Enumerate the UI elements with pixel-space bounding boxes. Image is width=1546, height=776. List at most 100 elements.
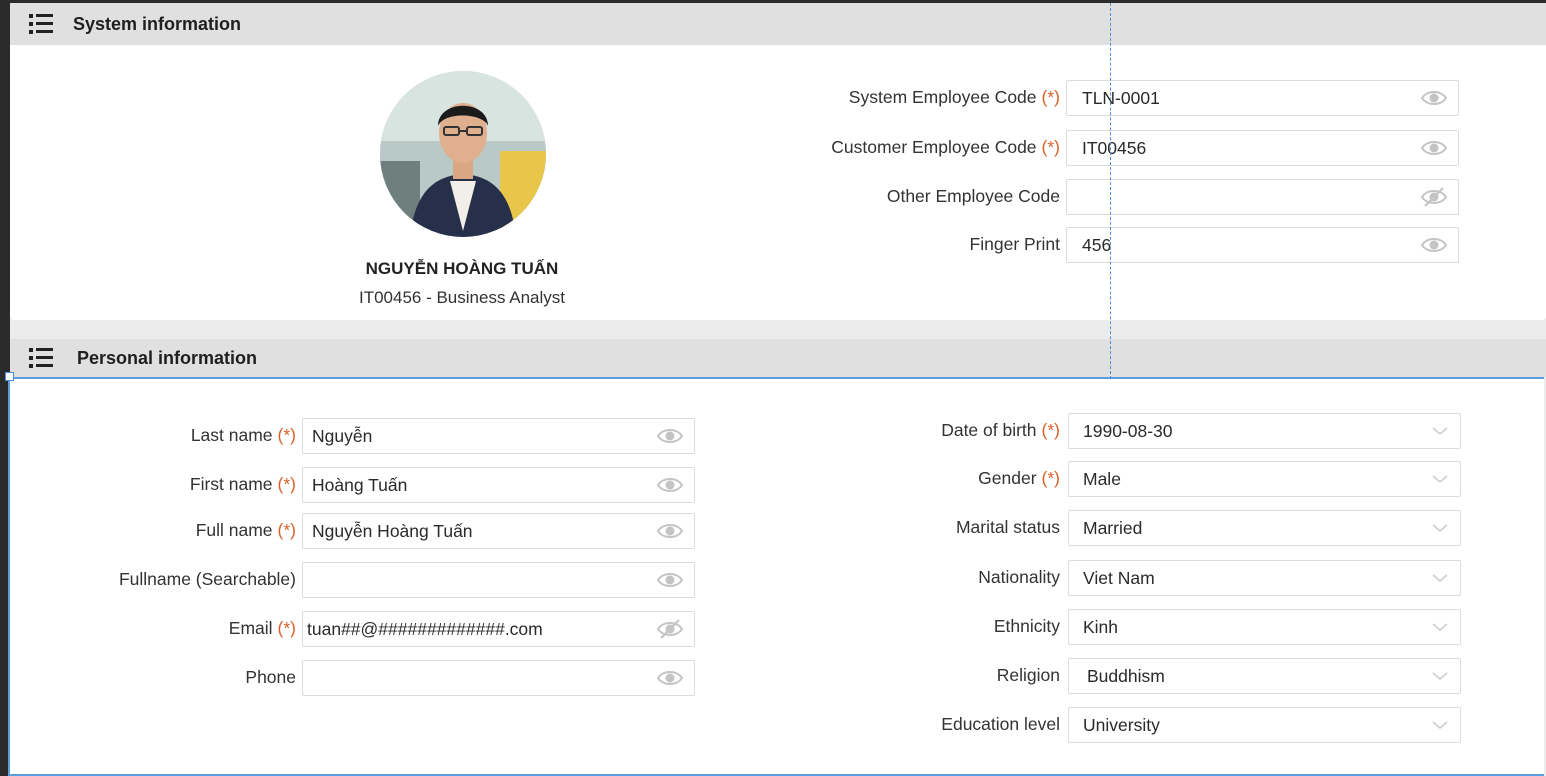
finger-print-input[interactable]: 456 (1066, 227, 1459, 263)
religion-select[interactable]: Buddhism (1068, 658, 1461, 694)
layout-guide-line (1110, 3, 1111, 379)
eye-off-icon[interactable] (656, 619, 684, 639)
religion-value: Buddhism (1087, 665, 1165, 686)
nationality-value: Viet Nam (1083, 567, 1155, 588)
chevron-down-icon[interactable] (1432, 474, 1448, 484)
nationality-label: Nationality (790, 567, 1060, 588)
religion-label-text: Religion (996, 665, 1060, 685)
nationality-label-text: Nationality (978, 567, 1060, 587)
other-employee-code-input[interactable] (1066, 179, 1459, 215)
education-level-label: Education level (790, 714, 1060, 735)
phone-input[interactable] (302, 660, 695, 696)
customer-employee-code-label-text: Customer Employee Code (831, 137, 1037, 157)
personal-info-title: Personal information (77, 347, 258, 368)
eye-icon[interactable] (656, 570, 684, 590)
fullname-searchable-input[interactable] (302, 562, 695, 598)
required-marker: (*) (277, 425, 296, 445)
eye-icon[interactable] (656, 668, 684, 688)
date-of-birth-label-text: Date of birth (941, 420, 1037, 440)
first-name-label: First name (*) (50, 474, 296, 495)
gender-label-text: Gender (978, 468, 1037, 488)
first-name-value: Hoàng Tuấn (312, 474, 408, 495)
required-marker: (*) (1041, 420, 1060, 440)
other-employee-code-label: Other Employee Code (710, 186, 1060, 207)
ethnicity-value: Kinh (1083, 616, 1119, 637)
email-label-text: Email (228, 618, 273, 638)
system-info-header[interactable]: System information (10, 3, 1546, 45)
last-name-input[interactable]: Nguyễn (302, 418, 695, 454)
required-marker: (*) (1041, 137, 1060, 157)
system-info-title: System information (73, 13, 242, 34)
first-name-input[interactable]: Hoàng Tuấn (302, 467, 695, 503)
system-employee-code-label: System Employee Code (*) (710, 87, 1060, 108)
list-icon (29, 14, 53, 34)
personal-info-header[interactable]: Personal information (10, 339, 1546, 377)
full-name-input[interactable]: Nguyễn Hoàng Tuấn (302, 513, 695, 549)
last-name-label: Last name (*) (50, 425, 296, 446)
eye-icon[interactable] (656, 521, 684, 541)
fullname-searchable-label-text: Fullname (Searchable) (118, 569, 296, 589)
religion-label: Religion (790, 665, 1060, 686)
personal-info-panel: Last name (*) Nguyễn First name (*) Hoàng Tuấ… (8, 377, 1544, 776)
email-label: Email (*) (50, 618, 296, 639)
avatar-photo-icon (380, 71, 546, 237)
date-of-birth-value: 1990-08-30 (1083, 420, 1173, 441)
chevron-down-icon[interactable] (1432, 426, 1448, 436)
full-name-label-text: Full name (195, 520, 273, 540)
required-marker: (*) (1041, 87, 1060, 107)
employee-name: NGUYỄN HOÀNG TUẤN (365, 259, 559, 278)
nationality-select[interactable]: Viet Nam (1068, 560, 1461, 596)
gender-select[interactable]: Male (1068, 461, 1461, 497)
system-employee-code-value: TLN-0001 (1082, 87, 1160, 108)
full-name-value: Nguyễn Hoàng Tuấn (312, 520, 473, 541)
marital-status-label: Marital status (790, 517, 1060, 538)
fullname-searchable-label: Fullname (Searchable) (50, 569, 296, 590)
customer-employee-code-value: IT00456 (1082, 137, 1147, 158)
other-employee-code-label-text: Other Employee Code (886, 186, 1060, 206)
system-info-panel: NGUYỄN HOÀNG TUẤN IT00456 - Business Ana… (10, 45, 1546, 320)
email-value: tuan##@#############.com (307, 618, 543, 639)
required-marker: (*) (277, 474, 296, 494)
chevron-down-icon[interactable] (1432, 523, 1448, 533)
chevron-down-icon[interactable] (1432, 720, 1448, 730)
marital-status-select[interactable]: Married (1068, 510, 1461, 546)
finger-print-value: 456 (1082, 234, 1112, 255)
education-level-label-text: Education level (941, 714, 1060, 734)
phone-label: Phone (50, 667, 296, 688)
customer-employee-code-label: Customer Employee Code (*) (710, 137, 1060, 158)
marital-status-label-text: Marital status (955, 517, 1060, 537)
ethnicity-select[interactable]: Kinh (1068, 609, 1461, 645)
list-icon (29, 348, 53, 368)
education-level-select[interactable]: University (1068, 707, 1461, 743)
required-marker: (*) (277, 618, 296, 638)
eye-off-icon[interactable] (1420, 187, 1448, 207)
gender-value: Male (1083, 468, 1121, 489)
selection-resize-handle[interactable] (5, 372, 14, 381)
customer-employee-code-input[interactable]: IT00456 (1066, 130, 1459, 166)
education-level-value: University (1083, 714, 1160, 735)
eye-icon[interactable] (1420, 138, 1448, 158)
eye-icon[interactable] (1420, 88, 1448, 108)
employee-code-position: IT00456 - Business Analyst (358, 288, 565, 307)
employee-avatar[interactable] (380, 71, 546, 237)
full-name-label: Full name (*) (50, 520, 296, 541)
chevron-down-icon[interactable] (1432, 573, 1448, 583)
last-name-label-text: Last name (190, 425, 273, 445)
finger-print-label-text: Finger Print (969, 234, 1060, 254)
gender-label: Gender (*) (790, 468, 1060, 489)
required-marker: (*) (277, 520, 296, 540)
eye-icon[interactable] (1420, 235, 1448, 255)
required-marker: (*) (1041, 468, 1060, 488)
phone-label-text: Phone (245, 667, 296, 687)
ethnicity-label-text: Ethnicity (993, 616, 1060, 636)
first-name-label-text: First name (189, 474, 273, 494)
eye-icon[interactable] (656, 475, 684, 495)
date-of-birth-select[interactable]: 1990-08-30 (1068, 413, 1461, 449)
email-input[interactable]: tuan##@#############.com (302, 611, 695, 647)
date-of-birth-label: Date of birth (*) (790, 420, 1060, 441)
chevron-down-icon[interactable] (1432, 671, 1448, 681)
chevron-down-icon[interactable] (1432, 622, 1448, 632)
system-employee-code-input[interactable]: TLN-0001 (1066, 80, 1459, 116)
eye-icon[interactable] (656, 426, 684, 446)
employee-profile-canvas: System information NGUYỄN HOÀNG TUẤN IT0… (8, 3, 1546, 776)
